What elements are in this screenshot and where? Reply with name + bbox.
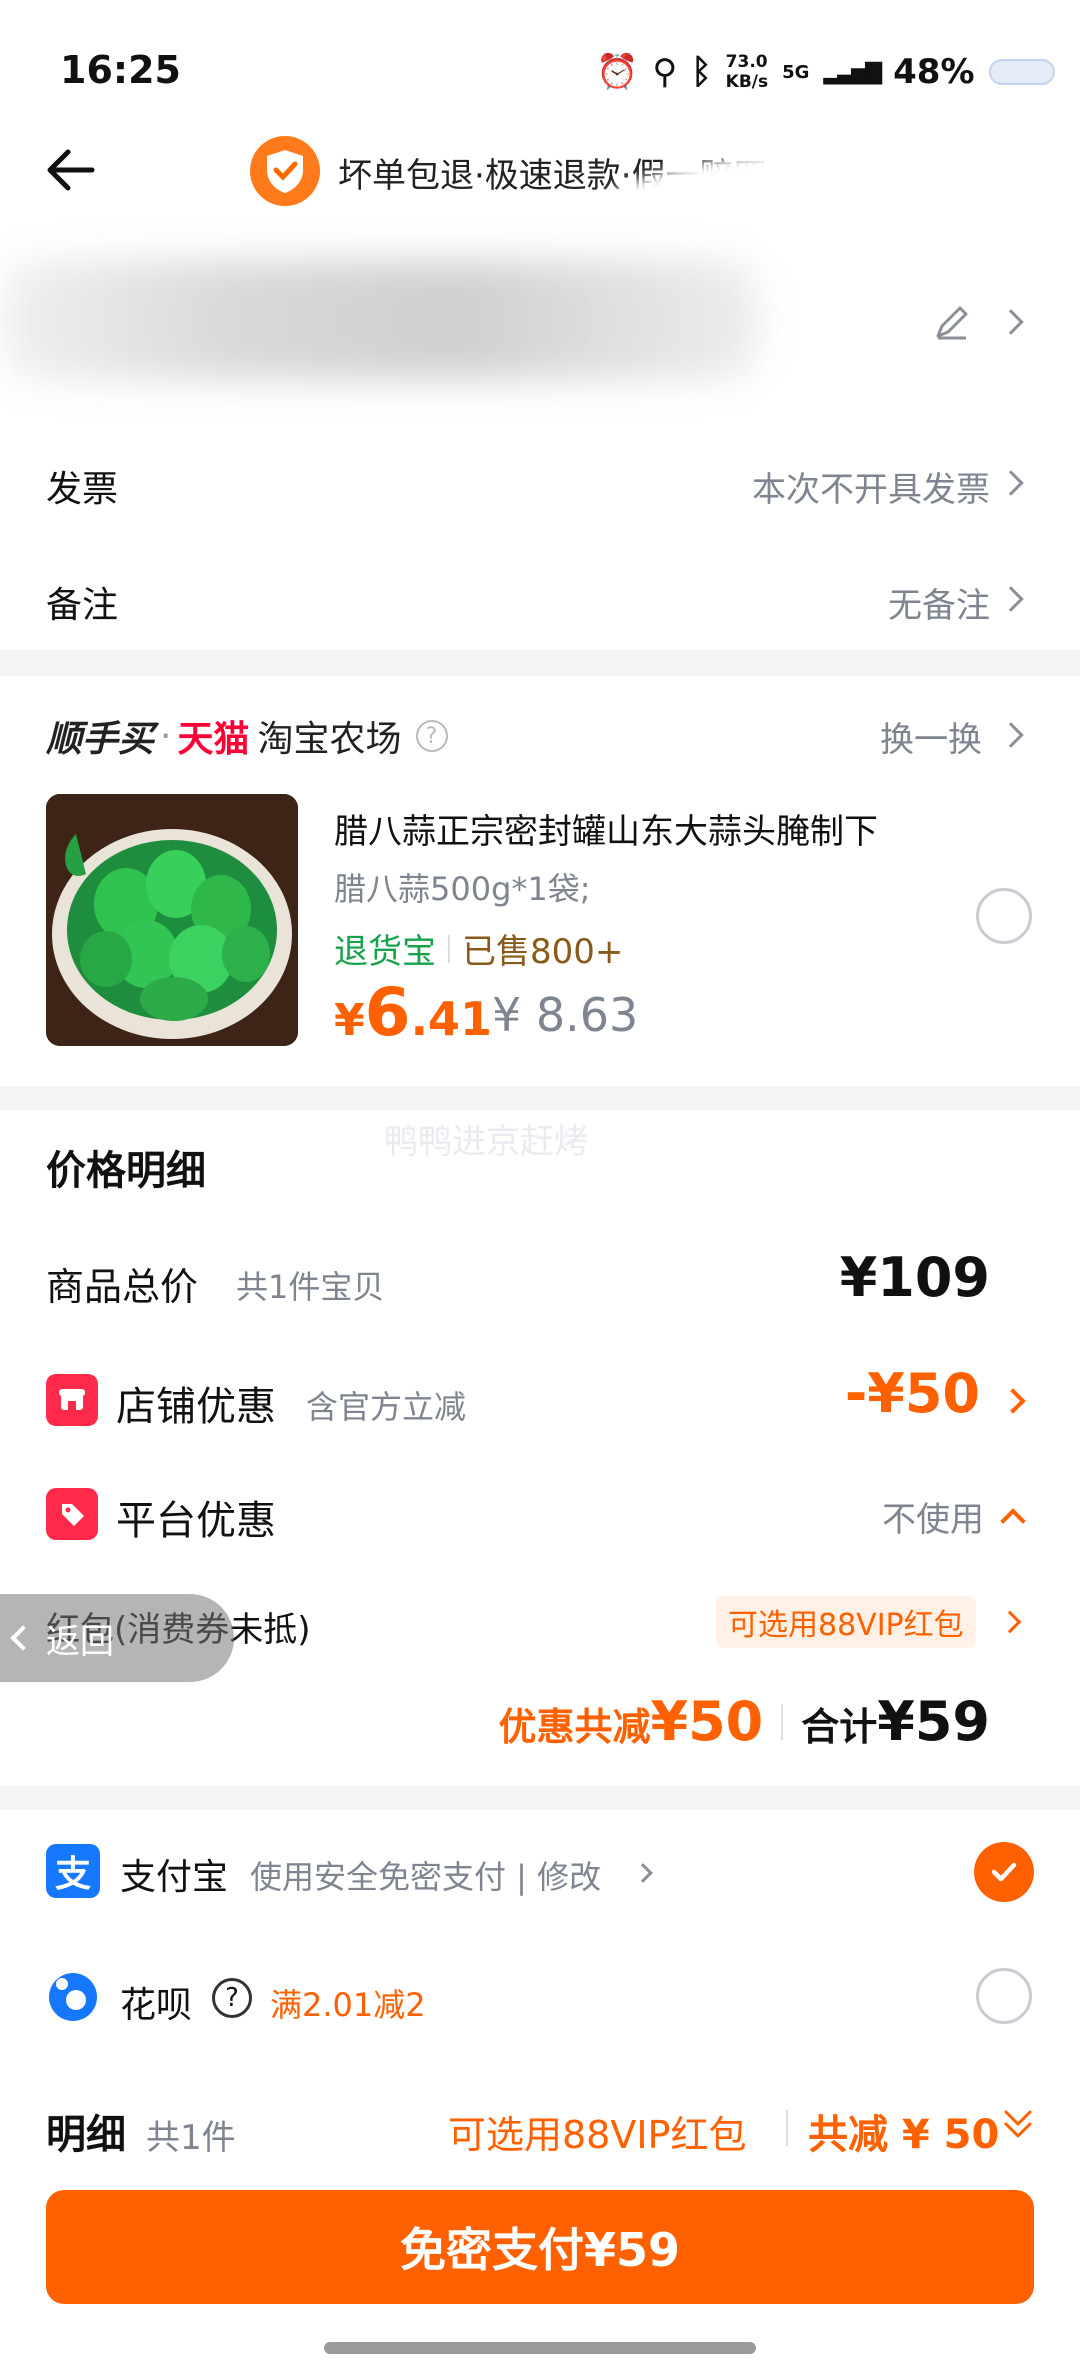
payment-card: 支 支付宝 使用安全免密支付 | 修改 花呗 ? 满2.01减2 明细 共1件 …	[0, 1810, 1080, 2376]
alarm-icon: ⏰	[596, 52, 639, 92]
shield-icon	[248, 134, 322, 208]
invoice-label: 发票	[46, 469, 119, 510]
brand-logo: 顺手买	[46, 719, 155, 760]
sum-label: 合计	[801, 1705, 878, 1749]
invoice-chevron-icon[interactable]	[998, 470, 1024, 496]
huabei-help-icon[interactable]: ?	[212, 1978, 252, 2018]
tag-divider	[448, 934, 450, 963]
pay-button-label: 免密支付¥59	[399, 2223, 681, 2277]
network-label: 5G	[782, 61, 810, 83]
brand-dot: ·	[160, 715, 172, 757]
battery-text: 48%	[893, 52, 975, 92]
product-title[interactable]: 腊八蒜正宗密封罐山东大蒜头腌制下	[334, 804, 878, 853]
detail-sum[interactable]: 共减 ¥ 50	[808, 2102, 999, 2160]
shop-chevron-icon[interactable]	[1000, 1388, 1026, 1414]
coupon-tag-icon	[46, 1488, 98, 1540]
product-price: ¥ 6 .41	[334, 974, 492, 1051]
note-label: 备注	[46, 585, 119, 626]
chevron-up-icon[interactable]	[1000, 1508, 1026, 1534]
invoice-value[interactable]: 本次不开具发票	[752, 462, 990, 511]
alipay-selected-check[interactable]	[974, 1842, 1034, 1902]
discount-sum-value: ¥50	[650, 1690, 764, 1753]
net-speed: 73.0 KB/s	[725, 52, 769, 92]
product-image[interactable]	[46, 794, 298, 1046]
detail-label: 明细	[46, 2112, 126, 2158]
recommend-card: 顺手买 · 天猫 淘宝农场 ? 换一换 腊八蒜正宗密封罐山东大蒜头腌制下 腊八蒜…	[0, 676, 1080, 1086]
shop-icon	[46, 1374, 98, 1426]
price-dec: .41	[410, 992, 493, 1046]
tmall-logo: 天猫	[177, 719, 250, 760]
status-icons: ⏰ ⚲ ᛒ 73.0 KB/s 5G ▂▃▅▇ 48%	[596, 50, 1055, 94]
price-detail-card: 价格明细 鸭鸭进京赶烤 商品总价 共1件宝贝 ¥109 店铺优惠 含官方立减 -…	[0, 1110, 1080, 1786]
shop-label: 店铺优惠	[116, 1384, 276, 1430]
address-blur[interactable]	[0, 260, 760, 380]
detail-vip[interactable]: 可选用88VIP红包	[448, 2104, 746, 2159]
pay-button[interactable]: 免密支付¥59	[46, 2190, 1034, 2304]
sum-value: ¥59	[877, 1690, 990, 1753]
swap-chevron-icon[interactable]	[998, 722, 1024, 748]
recommend-header: 顺手买 · 天猫 淘宝农场 ?	[46, 710, 448, 762]
signal-icon: ▂▃▅▇	[823, 59, 882, 85]
platform-value[interactable]: 不使用	[882, 1492, 984, 1541]
discount-sum-label: 优惠共减	[498, 1705, 651, 1749]
home-indicator[interactable]	[324, 2342, 756, 2354]
redpacket-chevron-icon[interactable]	[998, 1610, 1022, 1634]
platform-label: 平台优惠	[116, 1498, 276, 1544]
huabei-icon	[46, 1970, 100, 2024]
alipay-chevron-icon[interactable]	[633, 1863, 653, 1883]
swap-button[interactable]: 换一换	[880, 712, 982, 761]
shop-value[interactable]: -¥50	[845, 1362, 980, 1425]
watermark: 鸭鸭进京赶烤	[384, 1122, 588, 1162]
redpacket-value[interactable]: 可选用88VIP红包	[716, 1596, 976, 1648]
note-value[interactable]: 无备注	[888, 578, 990, 627]
help-icon[interactable]: ?	[415, 720, 448, 752]
huabei-promo: 满2.01减2	[270, 1986, 426, 2024]
location-icon: ⚲	[652, 52, 678, 92]
chevron-double-down-icon[interactable]	[1000, 2104, 1036, 2144]
address-chevron-icon[interactable]	[998, 309, 1024, 335]
product-spec: 腊八蒜500g*1袋;	[334, 870, 591, 908]
price-int: 6	[364, 974, 411, 1051]
huabei-radio[interactable]	[976, 1968, 1032, 2024]
back-chevron-icon	[10, 1625, 36, 1651]
summary-divider	[781, 1704, 784, 1740]
total-value: ¥109	[839, 1246, 990, 1309]
discount-summary: 优惠共减 ¥50 合计 ¥59	[499, 1690, 991, 1753]
detail-divider	[786, 2110, 788, 2146]
alipay-sub[interactable]: 使用安全免密支付 | 修改	[250, 1852, 601, 1898]
price-symbol: ¥	[334, 995, 365, 1046]
battery-icon	[988, 59, 1055, 85]
top-section: 16:25 ⏰ ⚲ ᛒ 73.0 KB/s 5G ▂▃▅▇ 48% 坏单包退·极速…	[0, 0, 1080, 650]
alipay-label: 支付宝	[120, 1857, 229, 1898]
product-tags: 退货宝 已售800+	[334, 924, 623, 973]
original-price: ¥ 8.63	[492, 988, 639, 1042]
back-arrow-icon[interactable]	[42, 140, 102, 200]
alipay-icon: 支	[46, 1844, 100, 1898]
floating-back-button[interactable]: 返回	[0, 1594, 234, 1682]
price-detail-title: 价格明细	[46, 1148, 206, 1194]
total-count: 共1件宝贝	[236, 1268, 385, 1306]
total-label: 商品总价	[46, 1265, 199, 1309]
shop-sub: 含官方立减	[306, 1388, 467, 1426]
back-label: 返回	[46, 1621, 114, 1662]
status-time: 16:25	[60, 48, 181, 92]
farm-label: 淘宝农场	[257, 719, 402, 760]
note-chevron-icon[interactable]	[998, 586, 1024, 612]
huabei-label: 花呗	[120, 1985, 193, 2026]
detail-count: 共1件	[146, 2118, 236, 2158]
return-tag: 退货宝	[334, 932, 436, 972]
sold-count: 已售800+	[462, 932, 624, 972]
product-select-radio[interactable]	[976, 888, 1032, 944]
bluetooth-icon: ᛒ	[691, 52, 712, 92]
edit-icon[interactable]	[930, 300, 974, 344]
